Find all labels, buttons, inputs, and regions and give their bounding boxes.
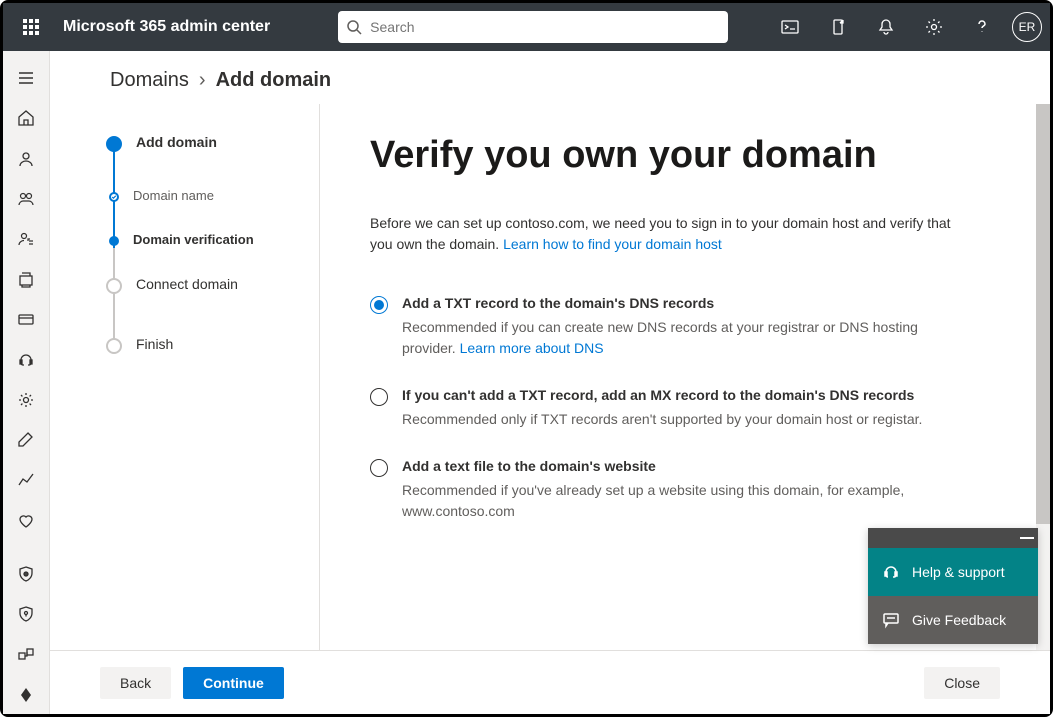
option-txt-record: Add a TXT record to the domain's DNS rec… (370, 295, 970, 359)
nav-roles-icon[interactable] (6, 220, 46, 258)
nav-gear-icon[interactable] (6, 381, 46, 419)
option-text-file: Add a text file to the domain's website … (370, 458, 970, 522)
notifications-icon[interactable] (864, 3, 908, 51)
search-container (338, 11, 728, 43)
wizard-steps: Add domain Domain name Domain verificati… (50, 104, 320, 714)
page-heading: Verify you own your domain (370, 134, 990, 177)
settings-icon[interactable] (912, 3, 956, 51)
help-icon[interactable] (960, 3, 1004, 51)
top-right-icons: ER (768, 3, 1042, 51)
top-bar: Microsoft 365 admin center ER (3, 3, 1050, 51)
help-support-button[interactable]: Help & support (868, 548, 1038, 596)
continue-button[interactable]: Continue (183, 667, 284, 699)
nav-health-icon[interactable] (6, 501, 46, 539)
footer-bar: Back Continue Close (50, 650, 1050, 714)
chevron-right-icon: › (199, 69, 206, 92)
app-title: Microsoft 365 admin center (59, 18, 282, 36)
dns-link[interactable]: Learn more about DNS (460, 340, 604, 356)
search-input[interactable] (370, 19, 720, 35)
nav-resources-icon[interactable] (6, 260, 46, 298)
breadcrumb-parent[interactable]: Domains (110, 69, 189, 92)
intro-link[interactable]: Learn how to find your domain host (503, 236, 722, 252)
radio-text-file[interactable] (370, 459, 388, 477)
headset-icon (882, 563, 900, 581)
feedback-icon (882, 611, 900, 629)
nav-compliance-icon[interactable] (6, 595, 46, 633)
option-desc: Recommended if you've already set up a w… (402, 480, 970, 522)
radio-txt-record[interactable] (370, 296, 388, 314)
intro-text: Before we can set up contoso.com, we nee… (370, 213, 970, 255)
step-finish: Finish (106, 336, 319, 390)
give-feedback-button[interactable]: Give Feedback (868, 596, 1038, 644)
nav-endpoint-icon[interactable] (6, 636, 46, 674)
nav-reports-icon[interactable] (6, 461, 46, 499)
nav-azure-icon[interactable] (6, 676, 46, 714)
nav-teams-icon[interactable] (6, 180, 46, 218)
nav-home-icon[interactable] (6, 99, 46, 137)
option-desc: Recommended if you can create new DNS re… (402, 317, 970, 359)
option-title: If you can't add a TXT record, add an MX… (402, 387, 922, 403)
step-domain-name: Domain name (106, 188, 319, 232)
minimize-icon[interactable] (1020, 537, 1034, 539)
search-box[interactable] (338, 11, 728, 43)
help-panel: Help & support Give Feedback (868, 528, 1038, 644)
back-button[interactable]: Back (100, 667, 171, 699)
nav-billing-icon[interactable] (6, 300, 46, 338)
nav-security-icon[interactable] (6, 555, 46, 593)
app-launcher-icon[interactable] (11, 7, 51, 47)
breadcrumb: Domains › Add domain (50, 51, 1050, 104)
avatar[interactable]: ER (1012, 12, 1042, 42)
mobile-icon[interactable] (816, 3, 860, 51)
radio-mx-record[interactable] (370, 388, 388, 406)
option-mx-record: If you can't add a TXT record, add an MX… (370, 387, 970, 430)
content-area: Domains › Add domain Add domain Domain n… (50, 51, 1050, 714)
left-nav (3, 51, 50, 714)
search-icon (346, 19, 362, 35)
option-title: Add a TXT record to the domain's DNS rec… (402, 295, 970, 311)
nav-users-icon[interactable] (6, 139, 46, 177)
step-domain-verification: Domain verification (106, 232, 319, 276)
close-button[interactable]: Close (924, 667, 1000, 699)
breadcrumb-current: Add domain (216, 69, 332, 92)
nav-menu-icon[interactable] (6, 59, 46, 97)
step-add-domain: Add domain (106, 134, 319, 188)
option-title: Add a text file to the domain's website (402, 458, 970, 474)
scrollbar[interactable] (1036, 104, 1050, 714)
nav-setup-icon[interactable] (6, 421, 46, 459)
help-panel-header (868, 528, 1038, 548)
shell-icon[interactable] (768, 3, 812, 51)
nav-support-icon[interactable] (6, 341, 46, 379)
step-connect-domain: Connect domain (106, 276, 319, 336)
option-desc: Recommended only if TXT records aren't s… (402, 409, 922, 430)
